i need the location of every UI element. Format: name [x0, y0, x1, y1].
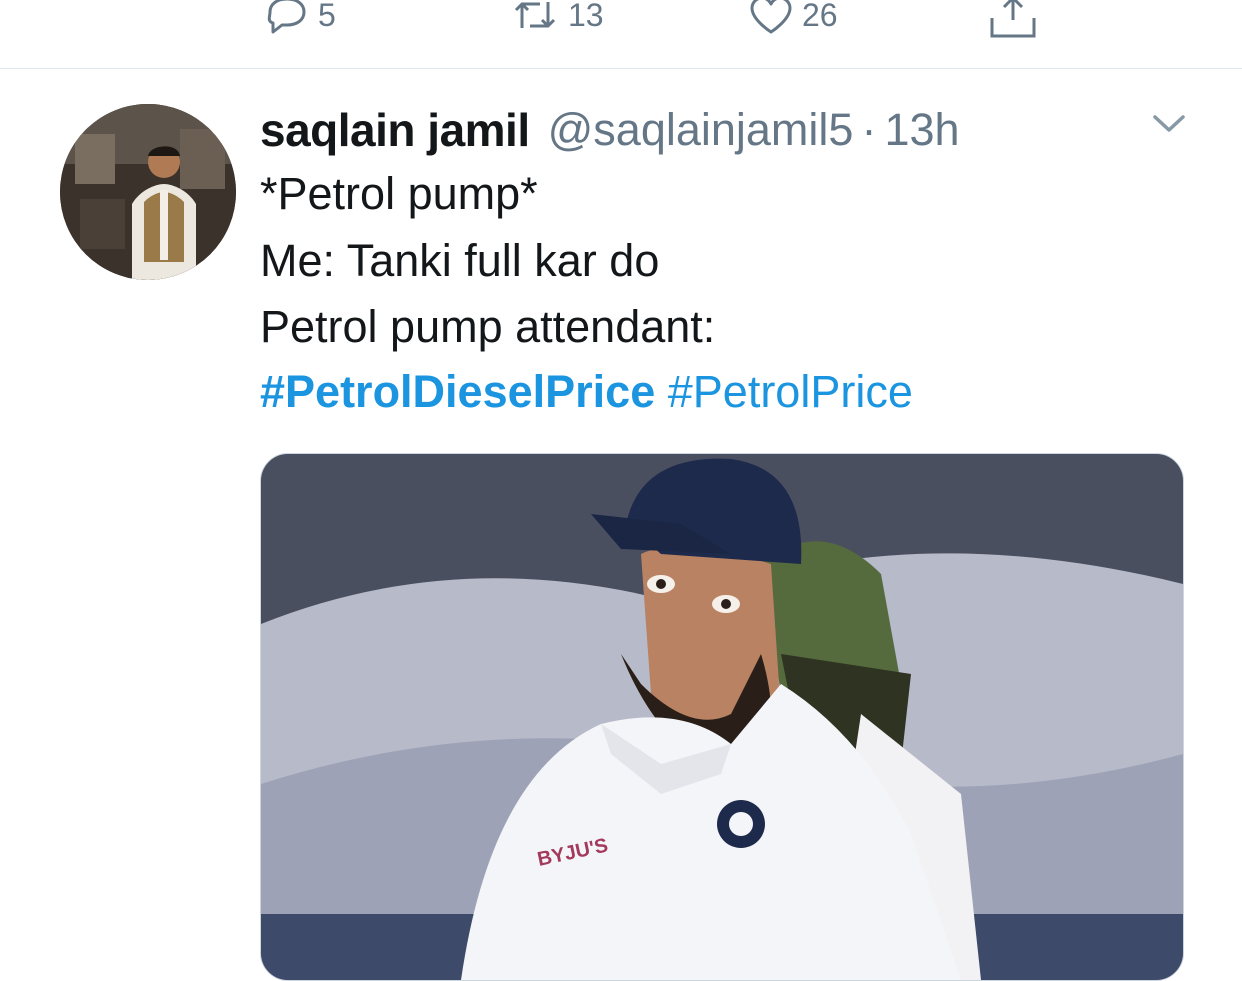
previous-tweet-action-bar: 5 13 26 [0, 0, 1242, 69]
tweet-menu-button[interactable] [1152, 112, 1186, 141]
user-handle[interactable]: @saqlainjamil5 [548, 104, 854, 156]
tweet-header: saqlain jamil @saqlainjamil5 · 13h [260, 100, 960, 160]
tweet-media-image[interactable]: BYJU'S [260, 453, 1184, 981]
reply-button[interactable]: 5 [262, 0, 336, 40]
retweet-count: 13 [568, 0, 604, 33]
like-count: 26 [802, 0, 838, 33]
media-illustration: BYJU'S [261, 454, 1183, 980]
avatar[interactable] [60, 104, 236, 280]
heart-icon [746, 0, 796, 40]
tweet-text-line: *Petrol pump* [260, 168, 538, 219]
separator-dot: · [861, 104, 877, 155]
reply-icon [262, 0, 312, 40]
display-name[interactable]: saqlain jamil [260, 103, 530, 157]
tweet-text-line: Petrol pump attendant: [260, 301, 716, 352]
reply-count: 5 [318, 0, 336, 33]
hashtag-link[interactable]: #PetrolDieselPrice [260, 366, 655, 417]
tweet-timestamp[interactable]: 13h [884, 104, 959, 156]
hashtag-link[interactable]: #PetrolPrice [668, 366, 913, 417]
retweet-icon [508, 0, 562, 40]
share-icon [986, 0, 1040, 40]
hashtag-line: #PetrolDieselPrice #PetrolPrice [260, 362, 913, 422]
tweet-text-line: Me: Tanki full kar do [260, 235, 660, 286]
share-button[interactable] [986, 0, 1040, 40]
like-button[interactable]: 26 [746, 0, 838, 40]
chevron-down-icon [1152, 115, 1186, 140]
retweet-button[interactable]: 13 [508, 0, 604, 40]
